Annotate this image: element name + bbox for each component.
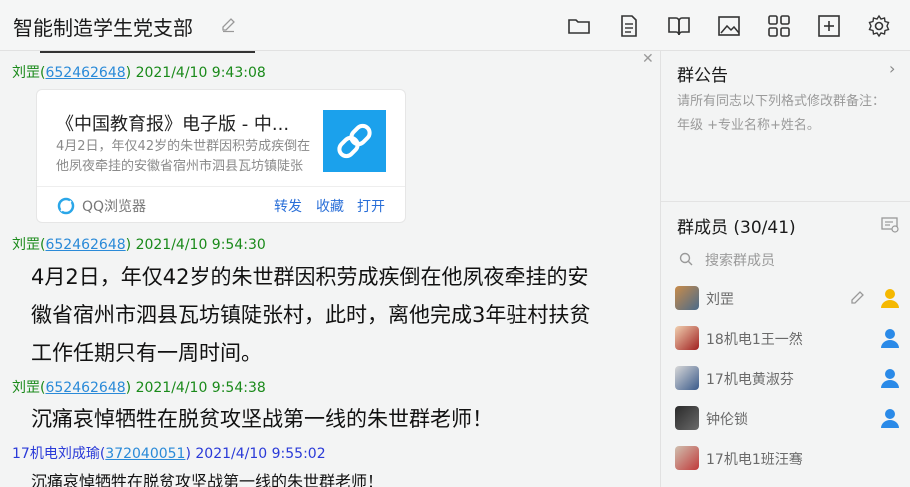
folder-icon[interactable]	[567, 14, 591, 38]
settings-icon[interactable]	[867, 14, 891, 38]
message-time: 2021/4/10 9:55:02	[195, 446, 326, 462]
admin-badge-icon	[881, 369, 899, 388]
qq-browser-icon	[57, 197, 75, 215]
avatar	[675, 326, 699, 350]
avatar	[675, 446, 699, 470]
avatar	[675, 406, 699, 430]
member-name: 17机电黄淑芬	[706, 372, 794, 388]
close-icon[interactable]: ✕	[642, 51, 654, 67]
book-icon[interactable]	[667, 14, 691, 38]
card-description: 4月2日，年仅42岁的朱世群因积劳成疾倒在他夙夜牵挂的安徽省宿州市泗县瓦坊镇陡张	[56, 139, 311, 174]
sender-name[interactable]: 刘罡	[12, 380, 40, 396]
member-search[interactable]: 搜索群成员	[677, 250, 897, 272]
chevron-right-icon[interactable]: ›	[889, 59, 895, 78]
group-notice-text: 请所有同志以下列格式修改群备注：年级 +专业名称+姓名。	[677, 94, 886, 133]
sender-id[interactable]: 652462648	[45, 237, 125, 253]
add-window-icon[interactable]	[817, 14, 841, 38]
paren-close: )	[125, 380, 132, 396]
message-line: 工作任期只有一周时间。	[31, 341, 262, 365]
sender-name[interactable]: 刘罡	[12, 237, 40, 253]
members-title: 群成员 (30/41)	[677, 218, 796, 238]
open-button[interactable]: 打开	[357, 196, 385, 216]
member-list-icon[interactable]	[881, 217, 899, 233]
card-title[interactable]: 《中国教育报》电子版 - 中...	[56, 110, 289, 136]
member-name: 刘罡	[706, 292, 734, 308]
member-item[interactable]: 钟伦锁	[675, 404, 905, 434]
title-bar: 智能制造学生党支部	[0, 0, 910, 51]
message-text: 沉痛哀悼牺牲在脱贫攻坚战第一线的朱世群老师！	[31, 407, 493, 431]
message-line: 4月2日，年仅42岁的朱世群因积劳成疾倒在他夙夜牵挂的安	[31, 265, 589, 289]
avatar	[675, 366, 699, 390]
sender-id[interactable]: 372040051	[105, 446, 185, 462]
divider	[661, 201, 910, 202]
message-time: 2021/4/10 9:54:38	[135, 380, 266, 396]
sender-name[interactable]: 刘罡	[12, 65, 40, 81]
owner-badge-icon	[881, 289, 899, 308]
member-name: 18机电1王一然	[706, 332, 803, 348]
document-icon[interactable]	[617, 14, 641, 38]
message-text: 4月2日，年仅42岁的朱世群因积劳成疾倒在他夙夜牵挂的安 徽省宿州市泗县瓦坊镇陡…	[31, 258, 651, 372]
member-item[interactable]: 17机电1班汪骞	[675, 444, 905, 474]
paren-close: )	[125, 237, 132, 253]
paren-close: )	[185, 446, 191, 462]
edit-title-icon[interactable]	[220, 16, 237, 33]
card-source: QQ浏览器	[82, 199, 147, 215]
member-name: 钟伦锁	[706, 412, 748, 428]
search-icon	[679, 252, 693, 266]
message-line: 徽省宿州市泗县瓦坊镇陡张村，此时，离他完成3年驻村扶贫	[31, 303, 591, 327]
paren-close: )	[125, 65, 132, 81]
sender-id[interactable]: 652462648	[45, 380, 125, 396]
group-info-panel: 群公告 › 请所有同志以下列格式修改群备注：年级 +专业名称+姓名。 群成员 (…	[660, 51, 910, 487]
search-input[interactable]: 搜索群成员	[705, 250, 775, 270]
message-time: 2021/4/10 9:43:08	[135, 65, 266, 81]
member-item[interactable]: 17机电黄淑芬	[675, 364, 905, 394]
sender-id[interactable]: 652462648	[45, 65, 125, 81]
apps-grid-icon[interactable]	[767, 14, 791, 38]
message-text: 沉痛哀悼牺牲在脱贫攻坚战第一线的朱世群老师！	[31, 472, 384, 487]
sender-name[interactable]: 17机电刘成瑜	[12, 446, 100, 462]
previous-card-edge	[40, 51, 255, 53]
message-time: 2021/4/10 9:54:30	[135, 237, 266, 253]
member-item[interactable]: 刘罡	[675, 284, 905, 314]
message-sender: 刘罡(652462648) 2021/4/10 9:43:08	[12, 62, 266, 82]
favorite-button[interactable]: 收藏	[316, 196, 344, 216]
avatar	[675, 286, 699, 310]
message-sender: 刘罡(652462648) 2021/4/10 9:54:38	[12, 377, 266, 397]
card-footer: QQ浏览器 转发 收藏 打开	[37, 186, 405, 222]
link-card[interactable]: 《中国教育报》电子版 - 中... 4月2日，年仅42岁的朱世群因积劳成疾倒在他…	[36, 89, 406, 223]
admin-badge-icon	[881, 409, 899, 428]
link-thumbnail-icon	[323, 110, 386, 172]
forward-button[interactable]: 转发	[274, 196, 302, 216]
message-sender: 刘罡(652462648) 2021/4/10 9:54:30	[12, 234, 266, 254]
image-icon[interactable]	[717, 14, 741, 38]
member-item[interactable]: 18机电1王一然	[675, 324, 905, 354]
message-sender: 17机电刘成瑜(372040051) 2021/4/10 9:55:02	[12, 443, 326, 463]
member-name: 17机电1班汪骞	[706, 452, 803, 468]
group-title: 智能制造学生党支部	[13, 16, 193, 40]
group-notice-title[interactable]: 群公告	[677, 61, 728, 86]
edit-icon[interactable]	[850, 289, 866, 305]
admin-badge-icon	[881, 329, 899, 348]
